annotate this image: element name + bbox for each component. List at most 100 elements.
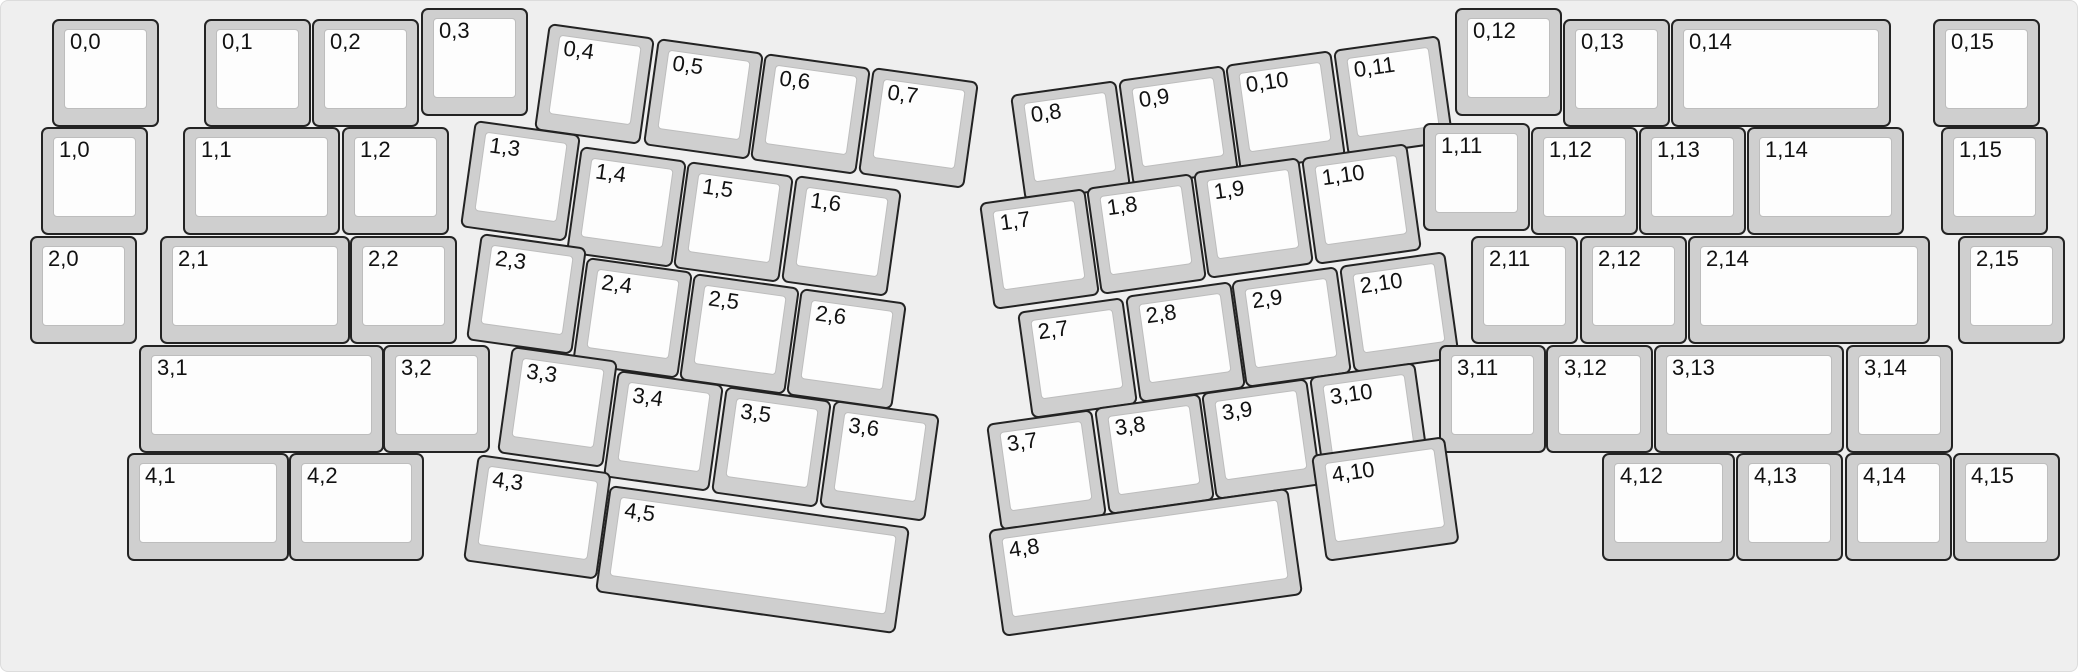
key-legend: 2,6 [813, 300, 848, 330]
key-3-14[interactable]: 3,14 [1846, 345, 1953, 453]
key-3-5[interactable]: 3,5 [710, 386, 832, 508]
key-2-0[interactable]: 2,0 [30, 236, 137, 344]
key-1-13[interactable]: 1,13 [1639, 127, 1746, 235]
key-legend: 1,13 [1657, 137, 1700, 162]
keycap-top [725, 397, 819, 489]
key-4-14[interactable]: 4,14 [1845, 453, 1952, 561]
key-legend: 1,15 [1959, 137, 2002, 162]
key-0-5[interactable]: 0,5 [642, 38, 764, 160]
key-0-3[interactable]: 0,3 [421, 8, 528, 116]
key-1-9[interactable]: 1,9 [1193, 157, 1314, 279]
key-legend: 4,15 [1971, 463, 2014, 488]
key-legend: 2,2 [368, 246, 399, 271]
key-2-14[interactable]: 2,14 [1688, 236, 1930, 344]
key-2-3[interactable]: 2,3 [465, 233, 587, 355]
key-legend: 1,5 [700, 173, 735, 203]
keycap-top [800, 299, 894, 391]
key-3-12[interactable]: 3,12 [1546, 345, 1653, 453]
key-1-15[interactable]: 1,15 [1941, 127, 2048, 235]
keycap-top [548, 34, 642, 126]
key-1-10[interactable]: 1,10 [1301, 143, 1422, 265]
key-2-2[interactable]: 2,2 [350, 236, 457, 344]
key-4-2[interactable]: 4,2 [289, 453, 424, 561]
key-legend: 2,3 [493, 245, 528, 275]
key-0-4[interactable]: 0,4 [533, 23, 655, 145]
key-legend: 0,10 [1244, 66, 1291, 98]
key-legend: 1,3 [487, 132, 522, 162]
key-3-9[interactable]: 3,9 [1201, 378, 1322, 500]
key-legend: 1,6 [808, 187, 843, 217]
key-legend: 1,4 [593, 158, 628, 188]
key-4-3[interactable]: 4,3 [462, 454, 612, 580]
key-legend: 2,8 [1144, 299, 1178, 329]
key-1-14[interactable]: 1,14 [1747, 127, 1904, 235]
key-2-5[interactable]: 2,5 [678, 273, 800, 395]
key-0-12[interactable]: 0,12 [1455, 8, 1562, 116]
keyboard-layout-canvas: 0,0 0,1 0,2 0,3 0,4 0,5 0,6 0,7 0,8 0,9 0,10 0,11 0,… [0, 0, 2078, 672]
key-3-11[interactable]: 3,11 [1439, 345, 1546, 453]
key-3-2[interactable]: 3,2 [383, 345, 490, 453]
key-4-12[interactable]: 4,12 [1602, 453, 1735, 561]
key-1-0[interactable]: 1,0 [41, 127, 148, 235]
key-1-6[interactable]: 1,6 [780, 175, 902, 297]
keycap-top [580, 157, 674, 249]
key-legend: 1,1 [201, 137, 232, 162]
keycap-top [511, 357, 605, 449]
key-legend: 1,11 [1441, 133, 1483, 158]
key-0-15[interactable]: 0,15 [1933, 19, 2040, 127]
key-legend: 3,6 [846, 412, 881, 442]
key-legend: 2,11 [1489, 246, 1531, 271]
keycap-top [617, 381, 711, 473]
key-2-9[interactable]: 2,9 [1231, 266, 1352, 388]
key-legend: 3,4 [630, 382, 665, 412]
key-4-13[interactable]: 4,13 [1736, 453, 1843, 561]
key-2-8[interactable]: 2,8 [1125, 281, 1246, 403]
key-2-7[interactable]: 2,7 [1017, 297, 1138, 419]
key-legend: 3,13 [1672, 355, 1715, 380]
key-3-3[interactable]: 3,3 [496, 346, 618, 468]
key-2-1[interactable]: 2,1 [160, 236, 350, 344]
key-0-0[interactable]: 0,0 [52, 19, 159, 127]
key-3-7[interactable]: 3,7 [986, 409, 1107, 531]
key-3-8[interactable]: 3,8 [1094, 393, 1215, 515]
key-3-13[interactable]: 3,13 [1654, 345, 1844, 453]
key-legend: 2,15 [1976, 246, 2019, 271]
key-0-13[interactable]: 0,13 [1563, 19, 1670, 127]
key-1-5[interactable]: 1,5 [672, 161, 794, 283]
key-2-15[interactable]: 2,15 [1958, 236, 2065, 344]
key-0-1[interactable]: 0,1 [204, 19, 311, 127]
key-1-8[interactable]: 1,8 [1086, 173, 1207, 295]
key-legend: 4,3 [490, 466, 525, 496]
key-0-14[interactable]: 0,14 [1671, 19, 1891, 127]
key-1-1[interactable]: 1,1 [183, 127, 340, 235]
key-legend: 0,9 [1137, 83, 1171, 113]
key-4-15[interactable]: 4,15 [1953, 453, 2060, 561]
key-legend: 3,8 [1113, 411, 1147, 441]
key-3-6[interactable]: 3,6 [818, 400, 940, 522]
keycap-top [693, 284, 787, 376]
key-legend: 3,11 [1457, 355, 1499, 380]
key-2-11[interactable]: 2,11 [1471, 236, 1578, 344]
key-0-2[interactable]: 0,2 [312, 19, 419, 127]
key-legend: 4,12 [1620, 463, 1663, 488]
key-legend: 0,13 [1581, 29, 1624, 54]
key-4-1[interactable]: 4,1 [127, 453, 289, 561]
key-3-1[interactable]: 3,1 [139, 345, 384, 453]
key-1-3[interactable]: 1,3 [459, 120, 581, 242]
key-3-4[interactable]: 3,4 [602, 370, 724, 492]
key-legend: 3,14 [1864, 355, 1907, 380]
key-1-2[interactable]: 1,2 [342, 127, 449, 235]
keycap-top [795, 186, 889, 278]
key-4-10[interactable]: 4,10 [1311, 436, 1460, 562]
key-0-7[interactable]: 0,7 [857, 67, 979, 189]
key-2-12[interactable]: 2,12 [1580, 236, 1687, 344]
key-0-6[interactable]: 0,6 [749, 53, 871, 175]
key-legend: 0,11 [1352, 51, 1397, 83]
key-2-6[interactable]: 2,6 [785, 288, 907, 410]
key-1-11[interactable]: 1,11 [1423, 123, 1530, 231]
key-1-7[interactable]: 1,7 [979, 188, 1100, 310]
key-legend: 3,12 [1564, 355, 1607, 380]
keycap-top [687, 172, 781, 264]
key-1-12[interactable]: 1,12 [1531, 127, 1638, 235]
key-legend: 4,14 [1863, 463, 1906, 488]
